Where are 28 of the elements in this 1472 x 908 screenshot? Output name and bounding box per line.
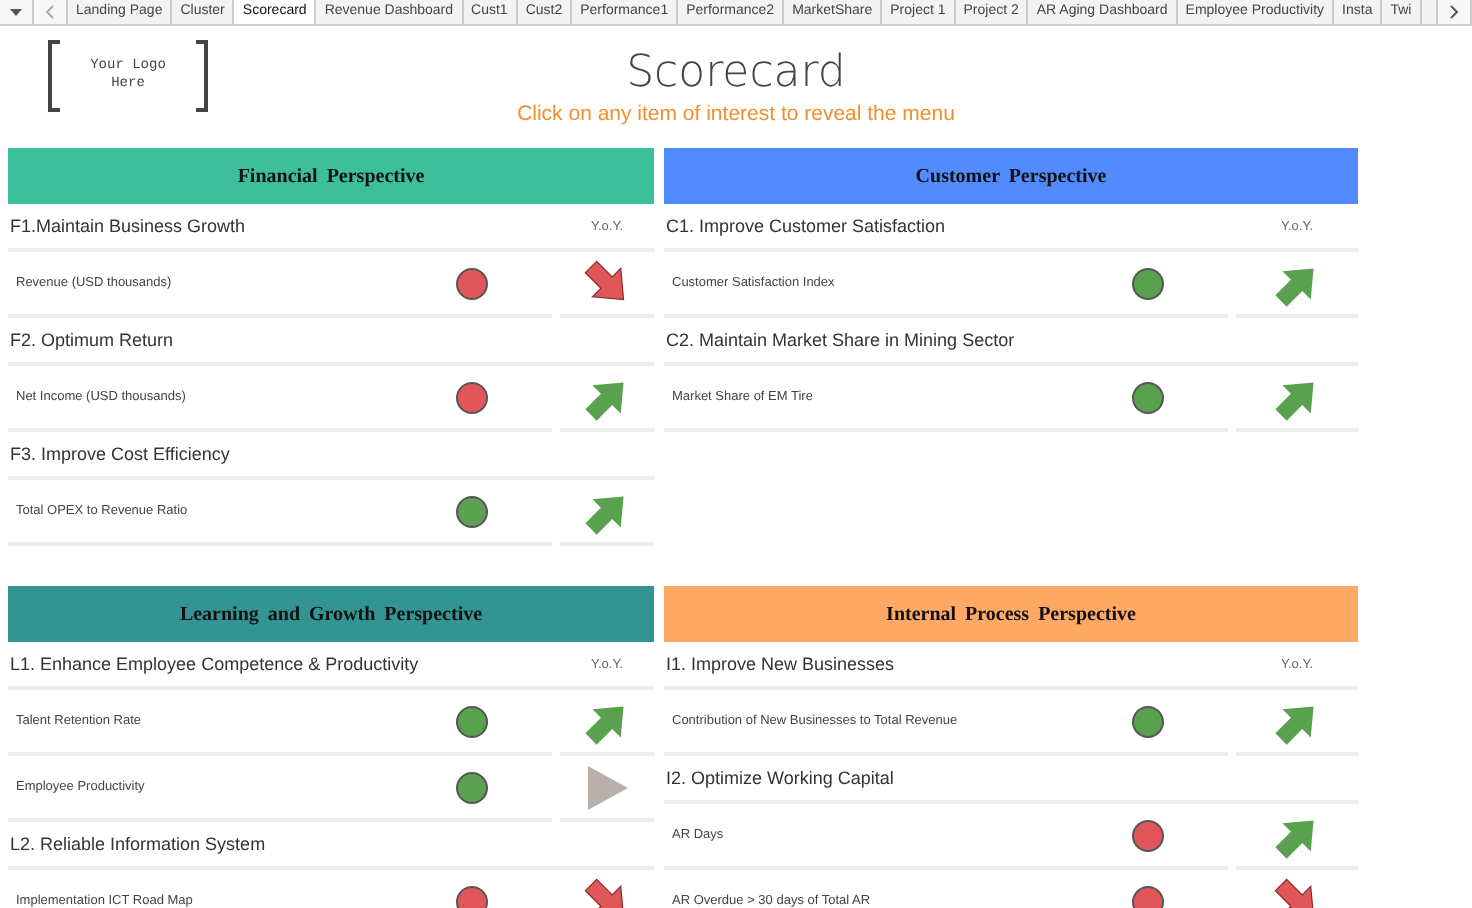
status-dot[interactable] [456,885,488,908]
objective-title[interactable]: F3. Improve Cost Efficiency [8,444,230,464]
status-dot[interactable] [456,267,488,299]
objective-title[interactable]: C2. Maintain Market Share in Mining Sector [664,330,1015,350]
status-dot[interactable] [456,705,488,737]
objective-title[interactable]: I1. Improve New Businesses [664,654,895,674]
status-dot[interactable] [1132,819,1164,851]
perspective-header[interactable]: Customer Perspective [664,148,1358,204]
scroll-right-icon[interactable] [1436,0,1472,24]
status-dot[interactable] [1132,885,1164,908]
perspective-header[interactable]: Learning and Growth Perspective [8,586,654,642]
objective-title[interactable]: F2. Optimum Return [8,330,174,350]
dropdown-icon[interactable] [0,0,34,24]
status-dot[interactable] [1132,705,1164,737]
perspective-header[interactable]: Internal Process Perspective [664,586,1358,642]
status-dot[interactable] [456,771,488,803]
status-dot[interactable] [1132,381,1164,413]
objective-title[interactable]: L1. Enhance Employee Competence & Productivity [8,654,419,674]
objective-title[interactable]: F1.Maintain Business Growth [8,216,246,236]
objective-title[interactable]: L2. Reliable Information System [8,834,266,854]
perspective-header[interactable]: Financial Perspective [8,148,654,204]
status-dot[interactable] [456,381,488,413]
menu-hint: Click on any item of interest to reveal the menu [517,100,955,128]
objective-title[interactable]: C1. Improve Customer Satisfaction [664,216,946,236]
status-dot[interactable] [1132,267,1164,299]
status-dot[interactable] [456,495,488,527]
objective-title[interactable]: I2. Optimize Working Capital [664,768,894,788]
dashboard-title: Scorecard [626,48,846,100]
